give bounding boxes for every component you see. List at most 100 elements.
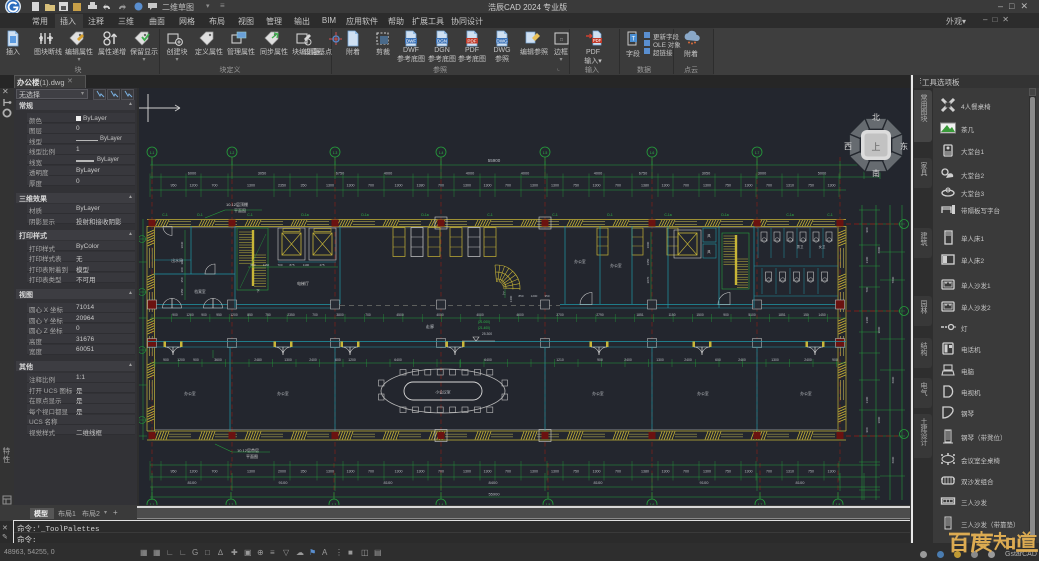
svg-text:3000: 3000 bbox=[877, 416, 881, 423]
svg-text:1380: 1380 bbox=[641, 470, 649, 474]
svg-text:875: 875 bbox=[289, 263, 294, 267]
svg-text:1400: 1400 bbox=[509, 295, 513, 302]
svg-text:700: 700 bbox=[615, 184, 621, 188]
svg-text:小会议室: 小会议室 bbox=[435, 390, 450, 395]
svg-text:1300: 1300 bbox=[247, 184, 255, 188]
svg-text:1300: 1300 bbox=[463, 470, 471, 474]
svg-text:1300: 1300 bbox=[530, 470, 538, 474]
svg-text:3030: 3030 bbox=[180, 241, 184, 248]
svg-text:C-1: C-1 bbox=[552, 213, 558, 217]
svg-text:C-1: C-1 bbox=[247, 213, 253, 217]
svg-text:(21.000): (21.000) bbox=[478, 320, 490, 324]
svg-text:DWF: DWF bbox=[406, 39, 417, 44]
svg-text:1650: 1650 bbox=[646, 258, 650, 265]
svg-text:1380: 1380 bbox=[641, 184, 649, 188]
svg-text:办公室: 办公室 bbox=[800, 391, 812, 396]
svg-text:1500: 1500 bbox=[696, 313, 704, 317]
svg-text:1300: 1300 bbox=[484, 184, 492, 188]
svg-text:350: 350 bbox=[180, 277, 184, 282]
svg-text:6000: 6000 bbox=[877, 246, 881, 253]
svg-text:1300: 1300 bbox=[865, 316, 869, 323]
svg-text:550: 550 bbox=[250, 263, 255, 267]
svg-text:1-6: 1-6 bbox=[650, 151, 655, 155]
svg-text:C-1: C-1 bbox=[162, 213, 168, 217]
svg-text:2070: 2070 bbox=[646, 276, 650, 283]
svg-text:1300: 1300 bbox=[662, 184, 670, 188]
svg-text:350: 350 bbox=[301, 184, 307, 188]
svg-text:700: 700 bbox=[212, 184, 218, 188]
svg-text:1300: 1300 bbox=[662, 470, 670, 474]
svg-text:1300: 1300 bbox=[593, 470, 601, 474]
svg-text:东: 东 bbox=[900, 141, 908, 151]
svg-text:1300: 1300 bbox=[326, 184, 334, 188]
svg-text:1-2: 1-2 bbox=[230, 151, 235, 155]
svg-text:电梯厅: 电梯厅 bbox=[297, 280, 309, 286]
svg-text:上: 上 bbox=[871, 142, 880, 152]
svg-text:3050: 3050 bbox=[702, 172, 710, 176]
svg-text:390: 390 bbox=[180, 259, 184, 264]
svg-text:1-7: 1-7 bbox=[755, 151, 760, 155]
svg-text:9100: 9100 bbox=[700, 480, 710, 485]
svg-text:475: 475 bbox=[319, 263, 324, 267]
svg-text:1160: 1160 bbox=[263, 263, 270, 267]
svg-text:D-1a: D-1a bbox=[301, 213, 308, 217]
svg-text:2400: 2400 bbox=[804, 358, 812, 362]
svg-text:4000: 4000 bbox=[384, 172, 392, 176]
svg-text:风: 风 bbox=[707, 234, 711, 238]
svg-text:C-1: C-1 bbox=[487, 213, 493, 217]
svg-text:6400: 6400 bbox=[394, 358, 402, 362]
svg-text:1210: 1210 bbox=[556, 358, 564, 362]
svg-text:女卫: 女卫 bbox=[819, 244, 826, 249]
svg-text:8400: 8400 bbox=[489, 480, 499, 485]
svg-text:1190: 1190 bbox=[303, 263, 310, 267]
svg-text:700: 700 bbox=[505, 470, 511, 474]
svg-text:1200: 1200 bbox=[190, 470, 198, 474]
svg-text:6400: 6400 bbox=[484, 358, 492, 362]
svg-text:1300: 1300 bbox=[703, 470, 711, 474]
svg-text:950: 950 bbox=[171, 184, 177, 188]
svg-text:8100: 8100 bbox=[796, 480, 806, 485]
svg-text:风: 风 bbox=[707, 250, 711, 254]
svg-text:2400: 2400 bbox=[309, 358, 317, 362]
svg-text:办公室: 办公室 bbox=[574, 259, 586, 264]
svg-text:700: 700 bbox=[766, 470, 772, 474]
svg-text:办公室: 办公室 bbox=[277, 391, 289, 396]
svg-text:1-5: 1-5 bbox=[543, 151, 548, 155]
svg-text:1300: 1300 bbox=[551, 184, 559, 188]
svg-text:900: 900 bbox=[163, 358, 169, 362]
svg-text:1300: 1300 bbox=[745, 184, 753, 188]
svg-text:1300: 1300 bbox=[865, 396, 869, 403]
svg-text:办公室: 办公室 bbox=[592, 391, 604, 396]
svg-text:750: 750 bbox=[808, 184, 814, 188]
svg-text:700: 700 bbox=[865, 287, 869, 292]
svg-text:700: 700 bbox=[505, 184, 511, 188]
svg-text:1300: 1300 bbox=[771, 358, 779, 362]
svg-text:1300: 1300 bbox=[865, 256, 869, 263]
svg-text:950: 950 bbox=[171, 470, 177, 474]
svg-text:9100: 9100 bbox=[279, 480, 289, 485]
svg-text:1-3: 1-3 bbox=[333, 151, 338, 155]
svg-text:1300: 1300 bbox=[284, 358, 292, 362]
svg-text:1300: 1300 bbox=[347, 470, 355, 474]
svg-text:(21.400): (21.400) bbox=[478, 326, 490, 330]
svg-text:办公室: 办公室 bbox=[610, 263, 622, 268]
svg-text:1300: 1300 bbox=[395, 470, 403, 474]
svg-text:C-1a: C-1a bbox=[664, 213, 671, 217]
svg-text:D-1a: D-1a bbox=[721, 213, 728, 217]
svg-text:900: 900 bbox=[865, 227, 869, 232]
svg-text:2000: 2000 bbox=[278, 470, 286, 474]
svg-text:750: 750 bbox=[808, 470, 814, 474]
svg-text:1200: 1200 bbox=[230, 313, 238, 317]
svg-text:4000: 4000 bbox=[476, 313, 484, 317]
svg-text:走廊: 走廊 bbox=[426, 323, 434, 330]
svg-text:1-1: 1-1 bbox=[150, 151, 155, 155]
svg-text:750: 750 bbox=[725, 184, 731, 188]
svg-text:1-4: 1-4 bbox=[439, 151, 444, 155]
svg-text:6000: 6000 bbox=[891, 456, 895, 463]
svg-text:700: 700 bbox=[683, 470, 689, 474]
svg-text:C-1: C-1 bbox=[827, 213, 833, 217]
svg-text:D-1a: D-1a bbox=[361, 213, 368, 217]
svg-text:下: 下 bbox=[256, 289, 260, 293]
svg-text:850: 850 bbox=[247, 313, 253, 317]
svg-text:2790: 2790 bbox=[596, 313, 604, 317]
